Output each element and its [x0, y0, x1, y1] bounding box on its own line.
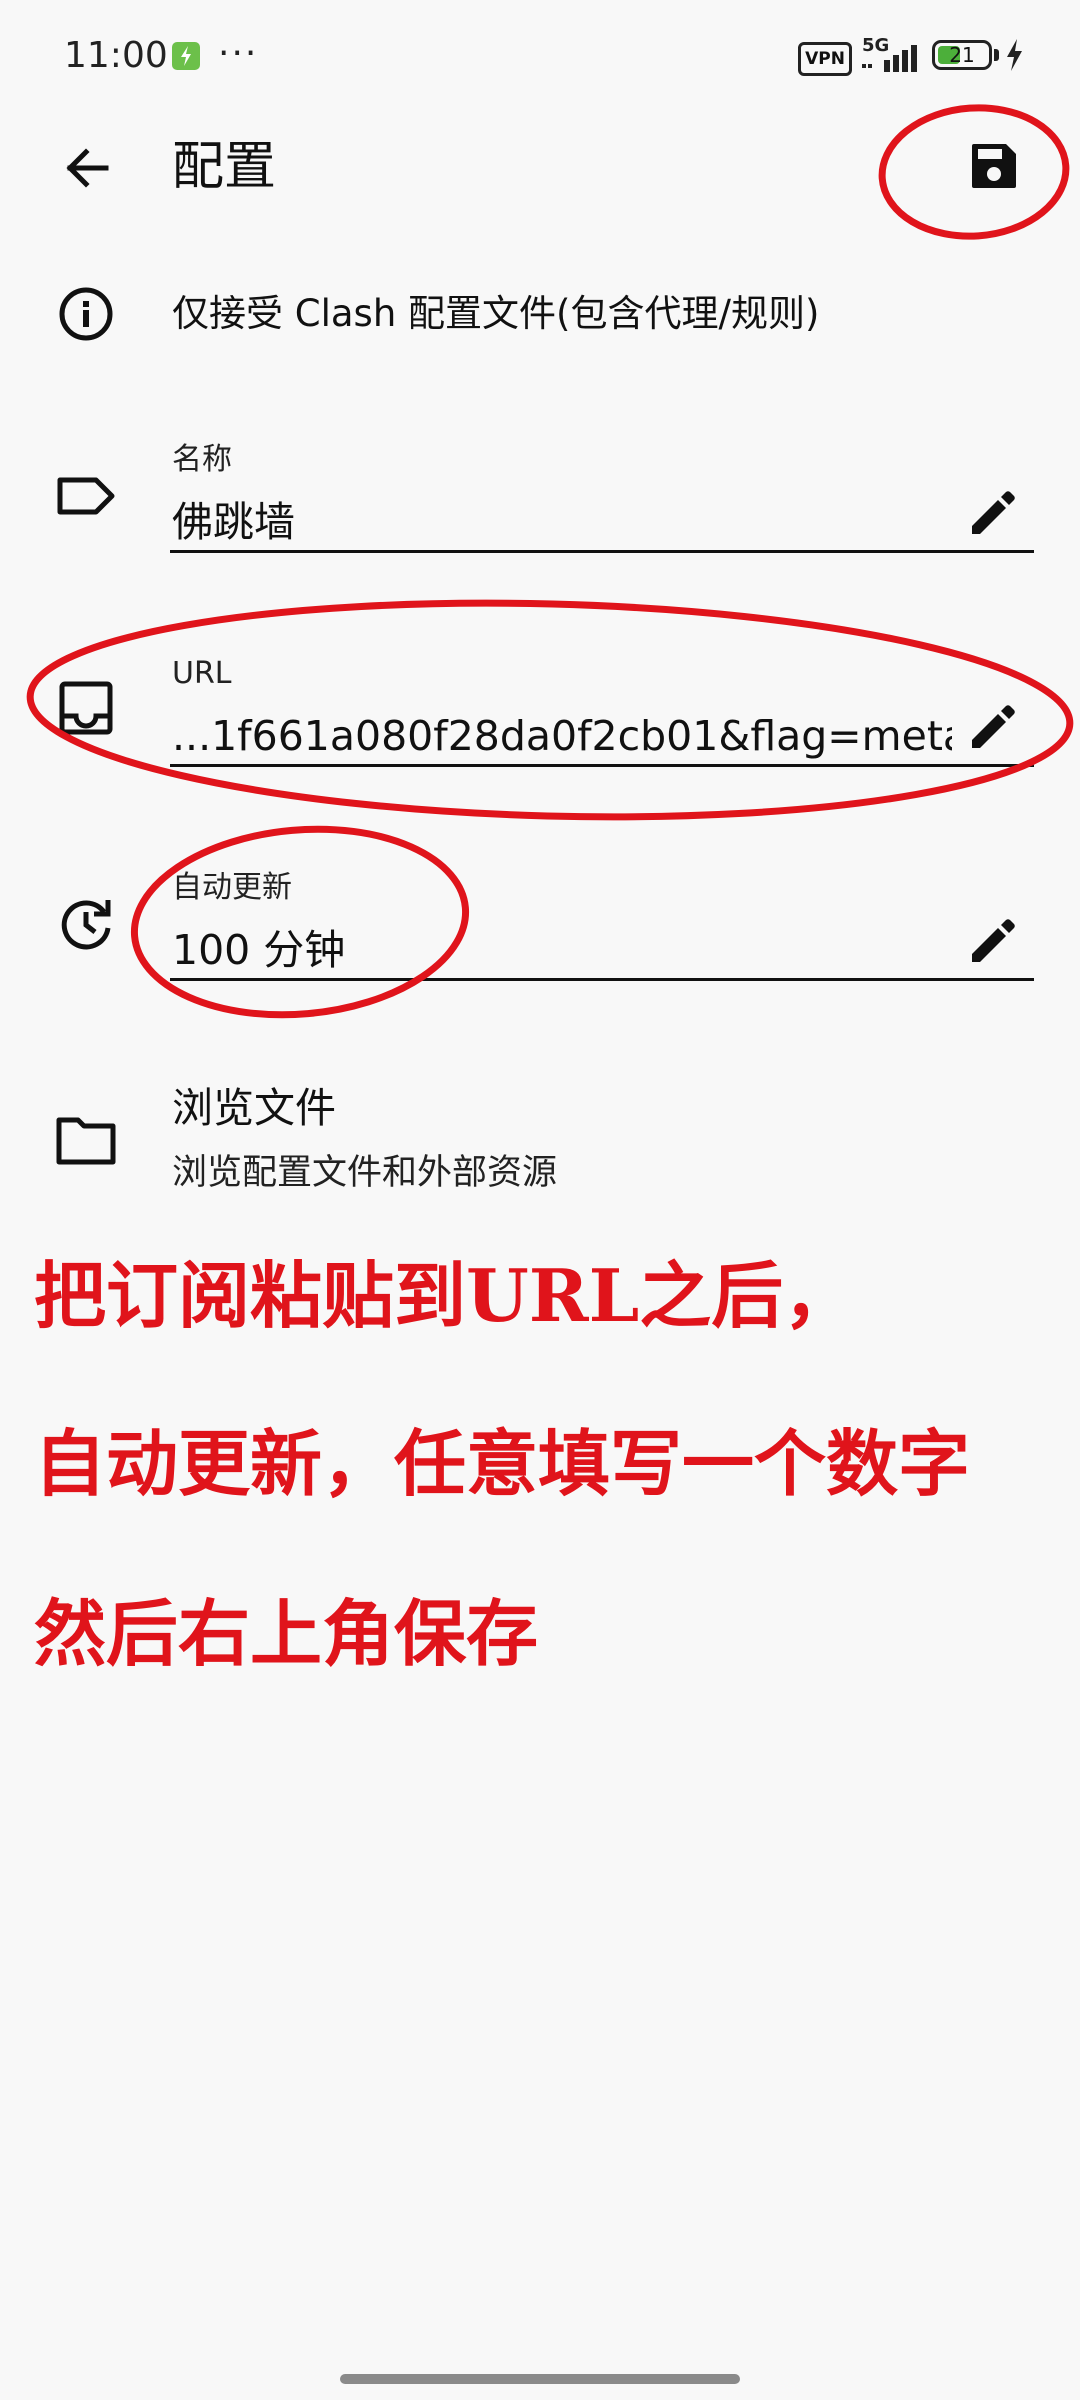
update-clock-icon [61, 900, 111, 950]
status-time: 11:00 [64, 35, 168, 76]
auto-update-field-underline [170, 978, 1034, 981]
url-field-underline [170, 764, 1034, 767]
charging-icon [1007, 39, 1022, 71]
save-icon[interactable] [956, 128, 1032, 204]
browse-files-subtitle: 浏览配置文件和外部资源 [172, 1153, 558, 1193]
annotation-line-2: 自动更新，任意填写一个数字 [34, 1421, 971, 1506]
app-notification-icon [172, 42, 200, 70]
annotation-line-3: 然后右上角保存 [34, 1591, 539, 1676]
inbox-icon [59, 681, 113, 735]
battery-percent: 21 [949, 43, 975, 67]
url-field[interactable]: ...1f661a080f28da0f2cb01&flag=meta [172, 708, 952, 764]
vpn-badge: VPN [798, 42, 852, 76]
annotation-line-1: 把订阅粘贴到URL之后， [34, 1253, 856, 1338]
status-more-icon: ··· [218, 33, 259, 74]
info-text: 仅接受 Clash 配置文件(包含代理/规则) [172, 292, 820, 335]
auto-update-field-label: 自动更新 [172, 870, 292, 905]
home-indicator[interactable] [340, 2374, 740, 2384]
battery-cap [994, 49, 999, 61]
battery-icon: 21 [932, 40, 992, 70]
annotation-circles [26, 104, 1074, 1019]
name-field-underline [170, 550, 1034, 553]
name-field-label: 名称 [172, 442, 232, 477]
arrow-back-icon[interactable] [48, 130, 124, 206]
edit-icon[interactable] [960, 908, 1024, 972]
auto-update-field[interactable]: 100 分钟 [172, 922, 952, 978]
page-title: 配置 [172, 137, 277, 197]
edit-icon[interactable] [960, 480, 1024, 544]
folder-icon[interactable] [54, 1108, 118, 1172]
name-field[interactable]: 佛跳墙 [172, 494, 952, 550]
url-field-label: URL [172, 656, 232, 691]
edit-icon[interactable] [960, 694, 1024, 758]
browse-files-title[interactable]: 浏览文件 [172, 1080, 336, 1136]
label-tag-icon [57, 477, 115, 515]
signal-icon [862, 45, 917, 72]
info-icon [59, 287, 113, 341]
